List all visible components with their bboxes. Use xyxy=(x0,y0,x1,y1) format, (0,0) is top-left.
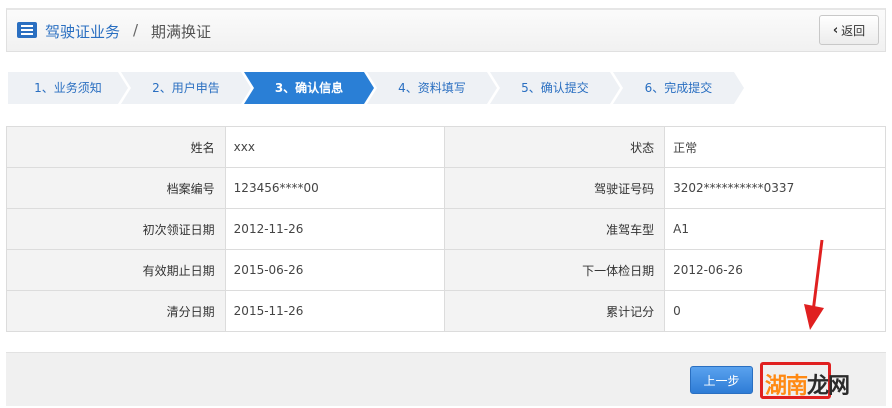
step-progress: 1、业务须知 2、用户申告 3、确认信息 4、资料填写 5、确认提交 6、完成提… xyxy=(8,72,744,104)
points-value: 0 xyxy=(664,290,886,332)
clear-date-label: 清分日期 xyxy=(6,290,226,332)
step-1: 1、业务须知 xyxy=(8,72,128,104)
watermark-last: 龙网 xyxy=(807,374,850,399)
license-info-table: 姓名 xxx 状态 正常 档案编号 123456****00 驾驶证号码 320… xyxy=(6,126,886,332)
name-label: 姓名 xyxy=(6,126,226,168)
list-icon xyxy=(17,22,37,38)
step-2: 2、用户申告 xyxy=(121,72,251,104)
step-6: 6、完成提交 xyxy=(613,72,744,104)
status-value: 正常 xyxy=(664,126,886,168)
footer-bar xyxy=(6,352,886,406)
table-row: 姓名 xxx 状态 正常 xyxy=(6,126,886,168)
license-no-value: 3202**********0337 xyxy=(664,167,886,209)
step-label: 3、确认信息 xyxy=(274,81,344,95)
next-exam-label: 下一体检日期 xyxy=(444,249,666,291)
step-4: 4、资料填写 xyxy=(367,72,497,104)
name-value: xxx xyxy=(224,126,446,168)
first-date-value: 2012-11-26 xyxy=(224,208,446,250)
chevron-left-icon: ‹ xyxy=(832,22,839,38)
table-row: 清分日期 2015-11-26 累计记分 0 xyxy=(6,290,886,332)
valid-until-value: 2015-06-26 xyxy=(224,249,446,291)
clear-date-value: 2015-11-26 xyxy=(224,290,446,332)
file-no-value: 123456****00 xyxy=(224,167,446,209)
breadcrumb-link[interactable]: 驾驶证业务 xyxy=(45,21,120,42)
step-label: 1、业务须知 xyxy=(34,81,102,95)
vehicle-type-value: A1 xyxy=(664,208,886,250)
status-label: 状态 xyxy=(444,126,666,168)
vehicle-type-label: 准驾车型 xyxy=(444,208,666,250)
watermark-logo: 湖南龙网 xyxy=(765,368,850,400)
license-no-label: 驾驶证号码 xyxy=(444,167,666,209)
first-date-label: 初次领证日期 xyxy=(6,208,226,250)
step-label: 4、资料填写 xyxy=(398,81,466,95)
step-label: 6、完成提交 xyxy=(644,81,713,95)
valid-until-label: 有效期止日期 xyxy=(6,249,226,291)
breadcrumb-separator: / xyxy=(133,21,139,39)
points-label: 累计记分 xyxy=(444,290,666,332)
back-button[interactable]: ‹ 返回 xyxy=(819,15,879,45)
annotation-arrow-icon xyxy=(804,239,824,330)
step-3-active: 3、确认信息 xyxy=(244,72,374,104)
file-no-label: 档案编号 xyxy=(6,167,226,209)
next-exam-value: 2012-06-26 xyxy=(664,249,886,291)
previous-step-button[interactable]: 上一步 xyxy=(690,366,753,394)
watermark-main: 湖南 xyxy=(765,374,808,399)
back-button-label: 返回 xyxy=(841,23,866,38)
table-row: 档案编号 123456****00 驾驶证号码 3202**********03… xyxy=(6,167,886,209)
page-title: 期满换证 xyxy=(151,23,212,41)
page-header: 驾驶证业务 / 期满换证 ‹ 返回 xyxy=(6,8,886,52)
table-row: 有效期止日期 2015-06-26 下一体检日期 2012-06-26 xyxy=(6,249,886,291)
step-5: 5、确认提交 xyxy=(490,72,620,104)
step-label: 5、确认提交 xyxy=(521,81,589,95)
table-row: 初次领证日期 2012-11-26 准驾车型 A1 xyxy=(6,208,886,250)
step-label: 2、用户申告 xyxy=(152,81,220,95)
